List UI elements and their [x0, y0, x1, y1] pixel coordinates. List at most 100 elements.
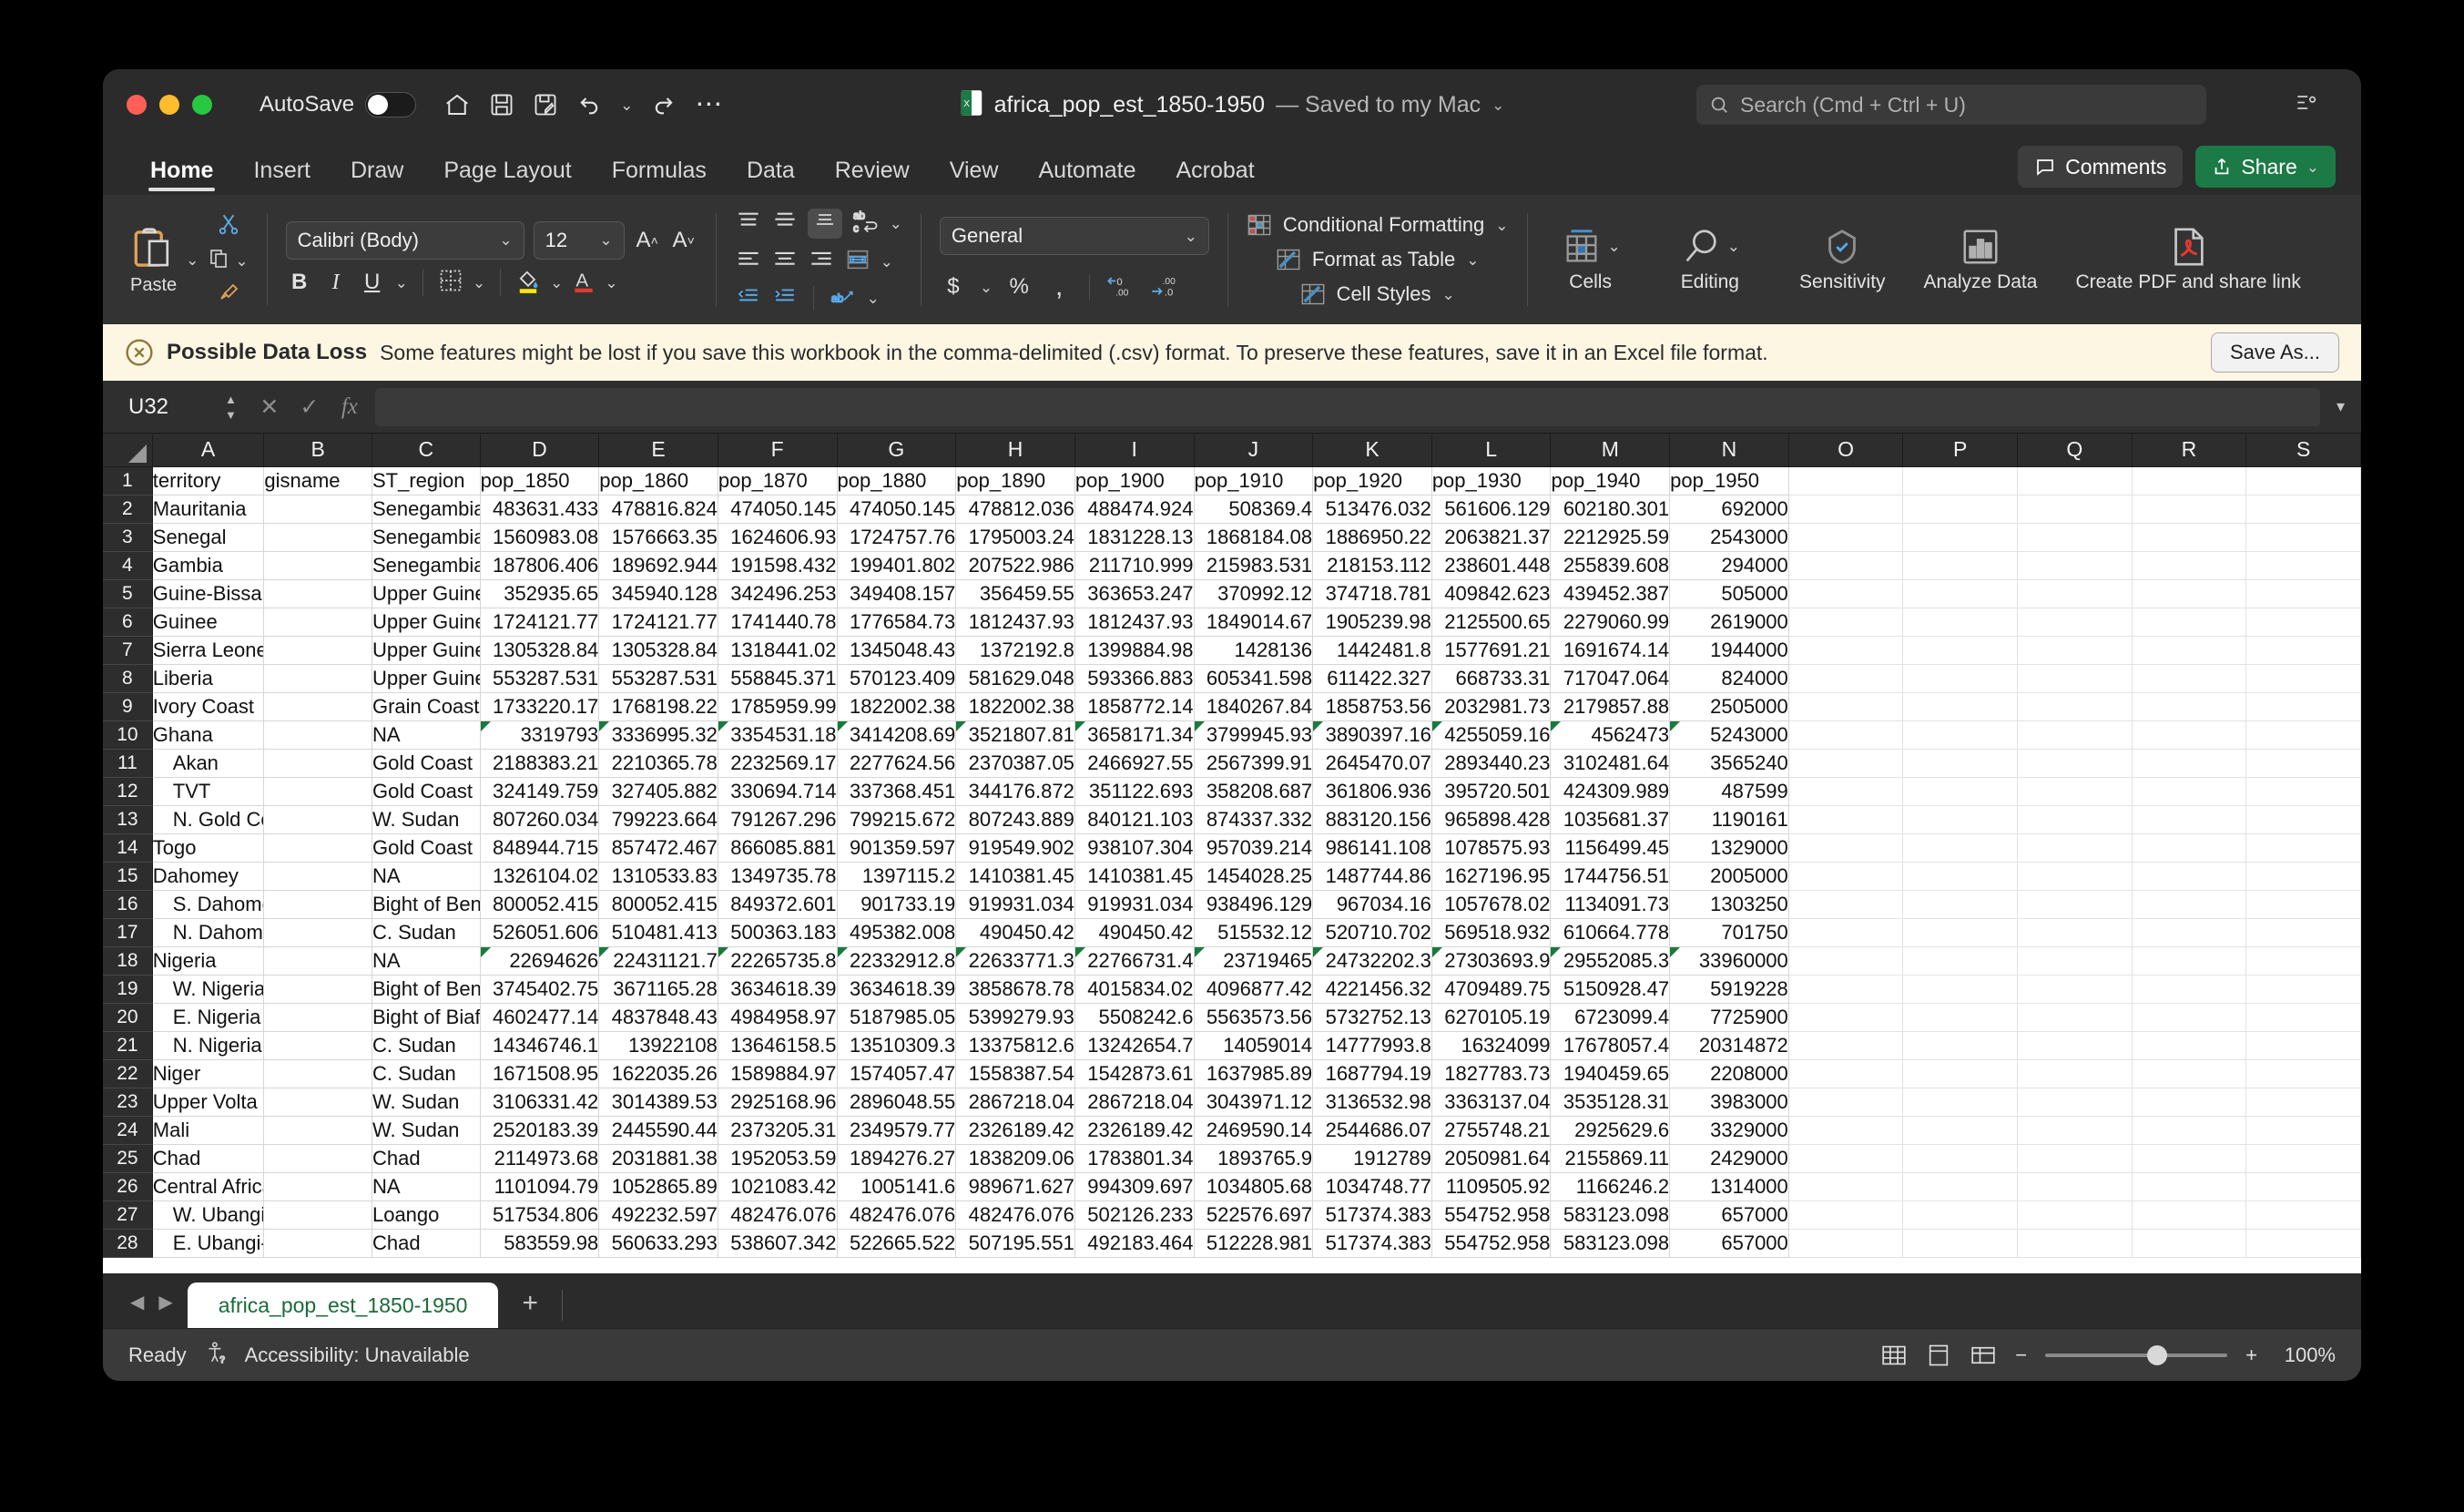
zoom-slider-knob[interactable] — [2147, 1345, 2167, 1365]
cell-D9[interactable]: 1733220.17 — [480, 692, 599, 720]
cell-I2[interactable]: 488474.924 — [1074, 495, 1194, 523]
cell-G8[interactable]: 570123.409 — [837, 664, 956, 692]
cell-K12[interactable]: 361806.936 — [1313, 777, 1432, 805]
cell-O13[interactable] — [1788, 805, 1903, 833]
cell-F16[interactable]: 849372.601 — [718, 890, 837, 918]
tab-formulas[interactable]: Formulas — [592, 158, 727, 195]
sensitivity-button[interactable]: Sensitivity — [1785, 226, 1900, 293]
ribbon-display-options-icon[interactable] — [2292, 91, 2319, 119]
cell-Q17[interactable] — [2018, 918, 2133, 946]
cell-K25[interactable]: 1912789 — [1313, 1144, 1432, 1172]
cell-C18[interactable]: NA — [372, 946, 480, 975]
cell-M16[interactable]: 1134091.73 — [1551, 890, 1670, 918]
cell-H2[interactable]: 478812.036 — [956, 495, 1075, 523]
cell-H23[interactable]: 2867218.04 — [956, 1088, 1075, 1116]
cell-A25[interactable]: Chad — [152, 1144, 264, 1172]
cell-N14[interactable]: 1329000 — [1670, 833, 1789, 862]
cell-C1[interactable]: ST_region — [372, 466, 480, 495]
close-window-button[interactable] — [127, 95, 147, 115]
underline-chevron-down-icon[interactable]: ⌄ — [395, 275, 408, 291]
cell-S28[interactable] — [2246, 1229, 2361, 1257]
cell-G28[interactable]: 522665.522 — [837, 1229, 956, 1257]
cell-G22[interactable]: 1574057.47 — [837, 1059, 956, 1088]
decrease-font-size-icon[interactable]: A˅ — [670, 225, 697, 256]
cell-O23[interactable] — [1788, 1088, 1903, 1116]
align-middle-icon[interactable] — [771, 209, 799, 238]
title-chevron-down-icon[interactable]: ⌄ — [1492, 97, 1504, 113]
cell-K27[interactable]: 517374.383 — [1313, 1200, 1432, 1229]
cell-M13[interactable]: 1035681.37 — [1551, 805, 1670, 833]
cell-A28[interactable]: E. Ubangi-Chari — [152, 1229, 264, 1257]
cell-S27[interactable] — [2246, 1200, 2361, 1229]
cell-S13[interactable] — [2246, 805, 2361, 833]
cell-N13[interactable]: 1190161 — [1670, 805, 1789, 833]
copy-icon[interactable] — [208, 248, 229, 274]
cell-N23[interactable]: 3983000 — [1670, 1088, 1789, 1116]
cell-J5[interactable]: 370992.12 — [1194, 579, 1313, 608]
cell-E15[interactable]: 1310533.83 — [599, 862, 718, 890]
cell-F8[interactable]: 558845.371 — [718, 664, 837, 692]
cell-B12[interactable] — [264, 777, 372, 805]
fill-color-icon[interactable] — [515, 267, 541, 299]
cell-L16[interactable]: 1057678.02 — [1431, 890, 1551, 918]
cell-Q4[interactable] — [2018, 551, 2133, 579]
cell-C25[interactable]: Chad — [372, 1144, 480, 1172]
cell-D21[interactable]: 14346746.1 — [480, 1031, 599, 1059]
cell-E25[interactable]: 2031881.38 — [599, 1144, 718, 1172]
merge-cells-chevron-down-icon[interactable]: ⌄ — [881, 254, 893, 270]
cell-O19[interactable] — [1788, 975, 1903, 1003]
cell-Q20[interactable] — [2018, 1003, 2133, 1031]
cell-G23[interactable]: 2896048.55 — [837, 1088, 956, 1116]
cell-R5[interactable] — [2132, 579, 2246, 608]
column-header-a[interactable]: A — [152, 434, 264, 466]
font-size-select[interactable]: 12 ⌄ — [534, 221, 625, 260]
cell-N6[interactable]: 2619000 — [1670, 608, 1789, 636]
font-name-chevron-down-icon[interactable]: ⌄ — [499, 232, 512, 248]
cell-N28[interactable]: 657000 — [1670, 1229, 1789, 1257]
cell-P5[interactable] — [1903, 579, 2018, 608]
cell-E8[interactable]: 553287.531 — [599, 664, 718, 692]
cell-S16[interactable] — [2246, 890, 2361, 918]
cell-S21[interactable] — [2246, 1031, 2361, 1059]
cell-M10[interactable]: 4562473 — [1551, 720, 1670, 749]
cell-I11[interactable]: 2466927.55 — [1074, 749, 1194, 777]
cell-C24[interactable]: W. Sudan — [372, 1116, 480, 1144]
cell-H13[interactable]: 807243.889 — [956, 805, 1075, 833]
previous-sheet-icon[interactable]: ◀ — [130, 1291, 144, 1313]
cell-L5[interactable]: 409842.623 — [1431, 579, 1551, 608]
cell-K20[interactable]: 5732752.13 — [1313, 1003, 1432, 1031]
row-header-7[interactable]: 7 — [103, 636, 152, 664]
cell-J19[interactable]: 4096877.42 — [1194, 975, 1313, 1003]
cell-Q2[interactable] — [2018, 495, 2133, 523]
borders-icon[interactable] — [438, 268, 463, 298]
cell-G16[interactable]: 901733.19 — [837, 890, 956, 918]
cell-J26[interactable]: 1034805.68 — [1194, 1172, 1313, 1200]
row-header-27[interactable]: 27 — [103, 1200, 152, 1229]
cell-P23[interactable] — [1903, 1088, 2018, 1116]
cell-N8[interactable]: 824000 — [1670, 664, 1789, 692]
cell-F3[interactable]: 1624606.93 — [718, 523, 837, 551]
cell-O24[interactable] — [1788, 1116, 1903, 1144]
cell-J18[interactable]: 23719465 — [1194, 946, 1313, 975]
cell-R1[interactable] — [2132, 466, 2246, 495]
cell-E27[interactable]: 492232.597 — [599, 1200, 718, 1229]
cell-C5[interactable]: Upper Guine — [372, 579, 480, 608]
cell-D4[interactable]: 187806.406 — [480, 551, 599, 579]
cell-J3[interactable]: 1868184.08 — [1194, 523, 1313, 551]
cell-K23[interactable]: 3136532.98 — [1313, 1088, 1432, 1116]
cell-O22[interactable] — [1788, 1059, 1903, 1088]
column-header-n[interactable]: N — [1670, 434, 1789, 466]
row-header-12[interactable]: 12 — [103, 777, 152, 805]
align-top-icon[interactable] — [735, 209, 762, 238]
cell-Q24[interactable] — [2018, 1116, 2133, 1144]
cell-H8[interactable]: 581629.048 — [956, 664, 1075, 692]
cells-chevron-down-icon[interactable]: ⌄ — [1608, 239, 1621, 254]
cell-F9[interactable]: 1785959.99 — [718, 692, 837, 720]
cell-D3[interactable]: 1560983.08 — [480, 523, 599, 551]
cell-Q11[interactable] — [2018, 749, 2133, 777]
page-break-view-icon[interactable] — [1970, 1343, 1997, 1367]
fill-color-chevron-down-icon[interactable]: ⌄ — [550, 275, 563, 291]
cell-I12[interactable]: 351122.693 — [1074, 777, 1194, 805]
format-painter-icon[interactable] — [217, 281, 240, 308]
cell-S26[interactable] — [2246, 1172, 2361, 1200]
